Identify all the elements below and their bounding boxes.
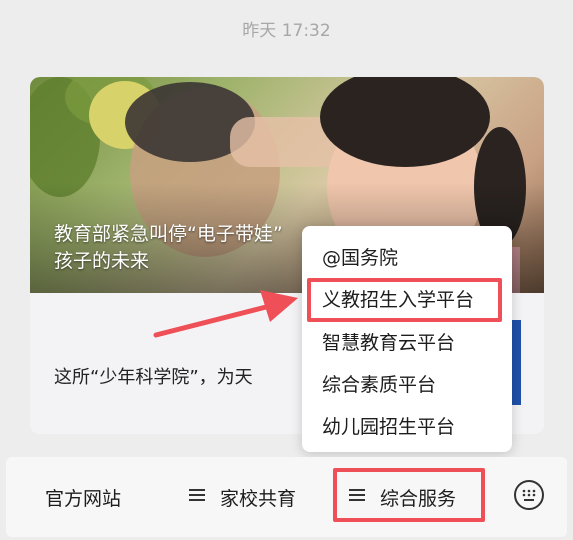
keyboard-icon[interactable] (514, 480, 544, 510)
highlight-box-services (333, 468, 485, 522)
article-title: 这所“少年科学院”，为天 (54, 367, 253, 388)
popup-item-smart-education-cloud[interactable]: 智慧教育云平台 (322, 328, 455, 355)
popup-item-kindergarten-enrollment[interactable]: 幼儿园招生平台 (322, 412, 455, 439)
menu-official-site[interactable]: 官方网站 (45, 484, 121, 511)
service-popup-menu: @国务院 义教招生入学平台 智慧教育云平台 综合素质平台 幼儿园招生平台 (302, 226, 512, 452)
arrow-annotation (153, 290, 298, 338)
popup-item-quality-platform[interactable]: 综合素质平台 (322, 370, 436, 397)
menu-home-school[interactable]: 家校共育 (220, 484, 296, 511)
popup-item-state-council[interactable]: @国务院 (322, 243, 398, 270)
hamburger-icon (189, 489, 205, 501)
highlight-box-enrollment (307, 278, 502, 322)
chat-timestamp: 昨天 17:32 (242, 21, 331, 41)
